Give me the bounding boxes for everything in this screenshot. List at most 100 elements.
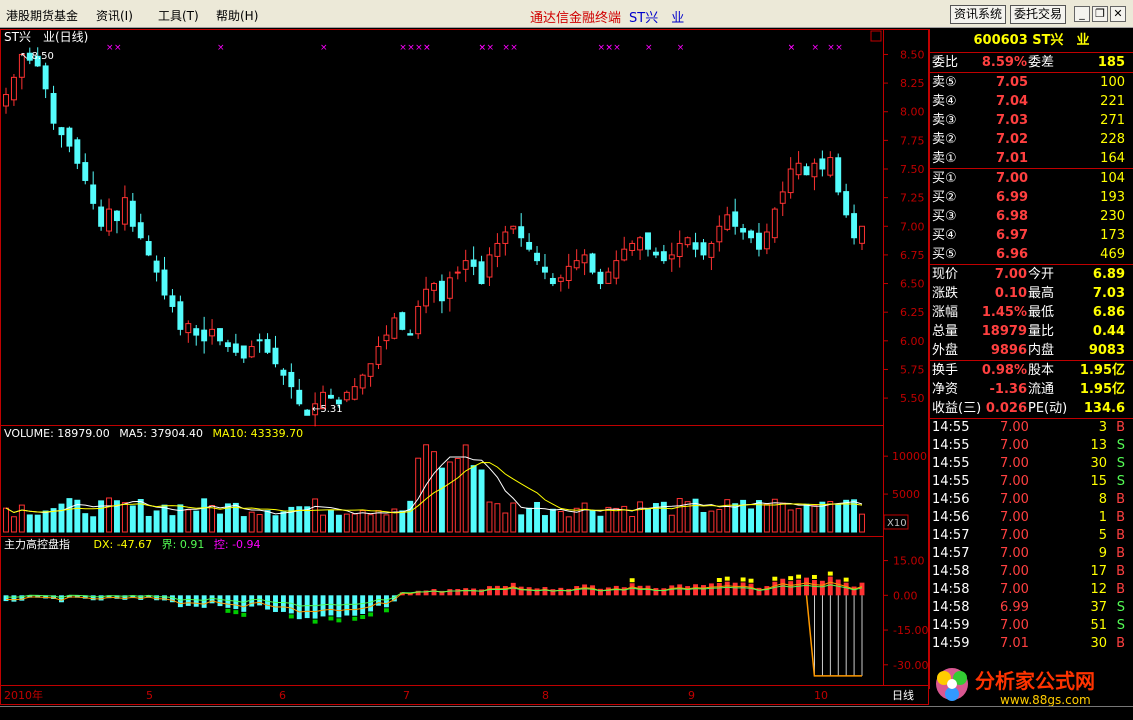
indicator-bar [217, 595, 223, 607]
tick-row[interactable]: 14:57 7.00 5 B [930, 527, 1133, 545]
tick-row[interactable]: 14:57 7.00 9 B [930, 545, 1133, 563]
candle-body-down [526, 241, 533, 250]
menu-item-tools[interactable]: 工具(T) [158, 7, 199, 24]
candle [676, 230, 683, 268]
candle-body-down [518, 226, 525, 239]
tick-flag: B [1116, 546, 1125, 561]
signal-marker: × [811, 43, 819, 53]
candle [248, 340, 255, 359]
sell-order-row[interactable]: 卖③ 7.03 271 [930, 111, 1133, 130]
indicator-bar [590, 585, 595, 596]
fundamentals: 换手 0.98% 股本 1.95亿 净资 -1.36 流通 1.95亿 收益(三) 0.026 PE… [930, 361, 1133, 418]
volume-bar [668, 514, 675, 533]
signal-marker: × [645, 43, 653, 53]
buy-order-label: 买② [932, 190, 957, 205]
kline-chart[interactable]: ST兴 业(日线) VOLUME: 18979.00 MA5: 37904.40… [0, 29, 929, 705]
volume-bar [343, 513, 350, 533]
indicator-cap-down [383, 608, 389, 613]
candle [803, 163, 810, 176]
volume-bar [724, 499, 731, 533]
fundamental-row: 净资 -1.36 流通 1.95亿 [930, 380, 1133, 399]
candle-body-down [304, 409, 311, 416]
tick-row[interactable]: 14:59 7.01 30 B [930, 635, 1133, 653]
buy-order-row[interactable]: 买③ 6.98 230 [930, 207, 1133, 226]
tick-row[interactable]: 14:55 7.00 13 S [930, 437, 1133, 455]
signal-marker: × [479, 43, 487, 53]
indicator-y-axis: 15.00 0.00 -15.00 -30.00 [883, 555, 928, 672]
chart-corner-button[interactable] [870, 30, 882, 42]
watermark-url: www.88gs.com [1000, 693, 1091, 707]
candle-body-up [185, 323, 192, 334]
weibi-value: 8.59% [981, 55, 1027, 70]
tick-row[interactable]: 14:56 7.00 8 B [930, 491, 1133, 509]
tick-row[interactable]: 14:58 7.00 12 B [930, 581, 1133, 599]
tick-list[interactable]: 14:55 7.00 3 B 14:55 7.00 13 S 14:55 7.00 30 S 14:55… [930, 419, 1133, 653]
buy-orders: 买① 7.00 104 买② 6.99 193 买③ 6.98 230 买④ 6.97 173 买⑤ 6.… [930, 169, 1133, 264]
sell-order-label: 卖③ [932, 113, 957, 128]
tick-time: 14:55 [932, 438, 970, 453]
volume-bar [756, 500, 762, 533]
period-label[interactable]: 日线 [892, 688, 914, 702]
stat-value-2: 0.44 [1092, 324, 1125, 339]
sell-order-label: 卖① [932, 151, 957, 166]
volume-bar [835, 503, 842, 533]
indicator-bar [193, 595, 199, 607]
menu-item-help[interactable]: 帮助(H) [216, 7, 258, 24]
candle-body-down [280, 369, 287, 376]
stat-value: 18979 [981, 324, 1027, 339]
tick-row[interactable]: 14:58 7.00 17 B [930, 563, 1133, 581]
candle-body-up [415, 305, 422, 335]
candle [565, 253, 572, 289]
candle [82, 153, 89, 185]
stat-label-2: 内盘 [1028, 343, 1055, 358]
tick-row[interactable]: 14:59 7.00 51 S [930, 617, 1133, 635]
sell-order-row[interactable]: 卖④ 7.04 221 [930, 92, 1133, 111]
candle-body-up [724, 214, 731, 230]
volume-bar [399, 510, 406, 533]
buy-order-row[interactable]: 买④ 6.97 173 [930, 226, 1133, 245]
minimize-icon[interactable]: _ [1074, 6, 1090, 22]
indicator-cap-down [336, 618, 342, 623]
stat-label: 总量 [932, 324, 959, 339]
fundamental-label: 净资 [932, 382, 959, 397]
tick-price: 7.00 [1000, 510, 1029, 525]
candle-body-down [224, 342, 231, 348]
fundamental-value-2: 134.6 [1083, 401, 1125, 416]
tick-row[interactable]: 14:55 7.00 15 S [930, 473, 1133, 491]
candle [732, 198, 739, 235]
indicator-bar [772, 581, 778, 596]
volume-bar [367, 514, 374, 533]
sell-order-row[interactable]: 卖② 7.02 228 [930, 130, 1133, 149]
quote-panel: 600603 ST兴 业 委比 8.59% 委差 185 卖⑤ 7.05 100 卖④… [929, 29, 1133, 689]
indicator-bar [233, 595, 239, 610]
price-y-tick-label: 5.75 [900, 363, 925, 376]
buy-order-row[interactable]: 买② 6.99 193 [930, 188, 1133, 207]
buy-order-row[interactable]: 买⑤ 6.96 469 [930, 245, 1133, 264]
menu-item-info[interactable]: 资讯(I) [96, 7, 133, 24]
candle [256, 333, 263, 353]
restore-icon[interactable]: ❐ [1092, 6, 1108, 22]
tick-time: 14:57 [932, 546, 970, 561]
tick-row[interactable]: 14:55 7.00 30 S [930, 455, 1133, 473]
candle-body-up [494, 242, 501, 257]
volume-bar [3, 507, 9, 533]
trade-order-button[interactable]: 委托交易 [1010, 5, 1067, 24]
tick-row[interactable]: 14:56 7.00 1 B [930, 509, 1133, 527]
signal-marker: × [486, 43, 494, 53]
candle-body-up [343, 391, 350, 401]
tick-row[interactable]: 14:55 7.00 3 B [930, 419, 1133, 437]
close-icon[interactable]: ✕ [1110, 6, 1126, 22]
candle-body-up [613, 260, 620, 279]
volume-bar [827, 500, 834, 533]
candle-body-up [859, 225, 865, 244]
indicator-bar [352, 595, 358, 616]
info-system-button[interactable]: 资讯系统 [950, 5, 1007, 24]
buy-order-label: 买① [932, 171, 957, 186]
price-y-tick-label: 7.75 [900, 134, 925, 147]
menu-item-hk-futures[interactable]: 港股期货基金 [6, 7, 78, 24]
sell-order-row[interactable]: 卖① 7.01 164 [930, 149, 1133, 168]
tick-row[interactable]: 14:58 6.99 37 S [930, 599, 1133, 617]
buy-order-row[interactable]: 买① 7.00 104 [930, 169, 1133, 188]
sell-order-row[interactable]: 卖⑤ 7.05 100 [930, 73, 1133, 92]
indicator-bar [304, 595, 310, 619]
